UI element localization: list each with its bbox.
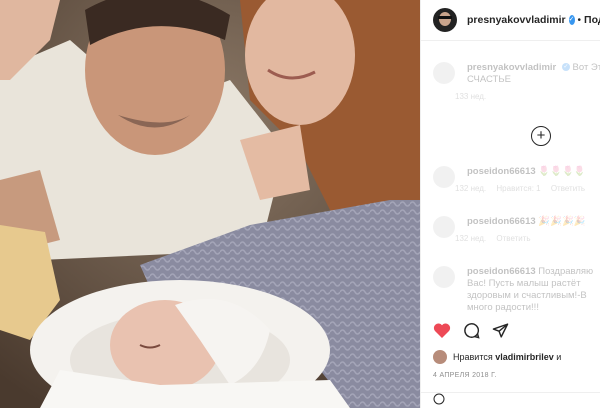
comment-avatar[interactable] — [433, 266, 455, 288]
heart-icon[interactable] — [433, 322, 451, 339]
comment-meta: 132 нед. Нравится: 1 Ответить — [455, 184, 593, 193]
liker-username[interactable]: vladimirbrilev — [495, 352, 554, 362]
emoji-icon[interactable] — [433, 392, 445, 408]
caption-time: 133 нед. — [455, 92, 487, 101]
likes-suffix: и — [556, 352, 562, 362]
likes-line: Нравится vladimirbrilev и — [433, 350, 561, 364]
comment-text: Поздравляю — [538, 266, 594, 277]
reply-button[interactable]: Ответить — [496, 234, 530, 243]
comment-avatar[interactable] — [433, 216, 455, 238]
comment: poseidon66613 🎉🎉🎉🎉 132 нед. Ответить — [433, 216, 600, 243]
comment-likes[interactable]: Нравится: 1 — [496, 184, 540, 193]
verified-icon: ✓ — [561, 63, 570, 72]
instagram-post-view: presnyakovvladimir ✓ • Подп presnyakovvl… — [0, 0, 600, 408]
verified-icon: ✓ — [568, 15, 575, 25]
comment: poseidon66613 Поздравляю Вас! Пусть малы… — [433, 266, 600, 314]
comment-text-line2: Вас! Пусть малыш растёт — [467, 278, 581, 289]
author-avatar[interactable] — [433, 8, 457, 32]
share-icon[interactable] — [492, 322, 509, 339]
add-comment-bar[interactable] — [421, 392, 600, 408]
comment-text-line3: здоровым и счастливым!-В — [467, 290, 587, 301]
comment-username[interactable]: poseidon66613 — [467, 266, 536, 277]
comment-time: 132 нед. — [455, 234, 487, 243]
comment-time: 132 нед. — [455, 184, 487, 193]
comment-text: 🌷🌷🌷🌷 — [538, 166, 586, 177]
follow-button[interactable]: Подп — [584, 14, 600, 26]
comment-body: poseidon66613 Поздравляю — [467, 266, 593, 278]
action-bar — [433, 322, 509, 339]
caption-body: presnyakovvladimir ✓ Вот Эт — [467, 62, 600, 74]
comment-avatar[interactable] — [433, 166, 455, 188]
likes-prefix: Нравится — [453, 352, 493, 362]
comment-text-line4: много радости!!! — [467, 302, 539, 313]
comment-body: poseidon66613 🌷🌷🌷🌷 — [467, 166, 593, 178]
caption-text: Вот Эт — [572, 62, 600, 73]
caption-avatar[interactable] — [433, 62, 455, 84]
liker-avatar[interactable] — [433, 350, 447, 364]
post-header: presnyakovvladimir ✓ • Подп — [421, 0, 600, 41]
avatar-face — [439, 12, 451, 26]
caption-username[interactable]: presnyakovvladimir — [467, 62, 556, 73]
author-username[interactable]: presnyakovvladimir — [467, 14, 566, 26]
load-more-plus-circle-icon[interactable]: + — [531, 126, 551, 146]
caption-text-line2: СЧАСТЬЕ — [467, 74, 511, 85]
post-photo-illustration — [0, 0, 420, 408]
comment-meta: 132 нед. Ответить — [455, 234, 586, 243]
post-date: 4 АПРЕЛЯ 2018 Г. — [433, 372, 497, 379]
reply-button[interactable]: Ответить — [551, 184, 585, 193]
comment-username[interactable]: poseidon66613 — [467, 216, 536, 227]
comment-username[interactable]: poseidon66613 — [467, 166, 536, 177]
comment-body: poseidon66613 🎉🎉🎉🎉 — [467, 216, 586, 228]
caption: presnyakovvladimir ✓ Вот Эт СЧАСТЬЕ 133 … — [433, 62, 600, 101]
post-photo[interactable] — [0, 0, 420, 408]
post-sidebar: presnyakovvladimir ✓ • Подп presnyakovvl… — [420, 0, 600, 408]
avatar-glasses — [438, 16, 452, 19]
comment-text: 🎉🎉🎉🎉 — [538, 216, 586, 227]
comment: poseidon66613 🌷🌷🌷🌷 132 нед. Нравится: 1 … — [433, 166, 600, 193]
comment-icon[interactable] — [463, 322, 480, 339]
separator-dot: • — [577, 14, 582, 26]
